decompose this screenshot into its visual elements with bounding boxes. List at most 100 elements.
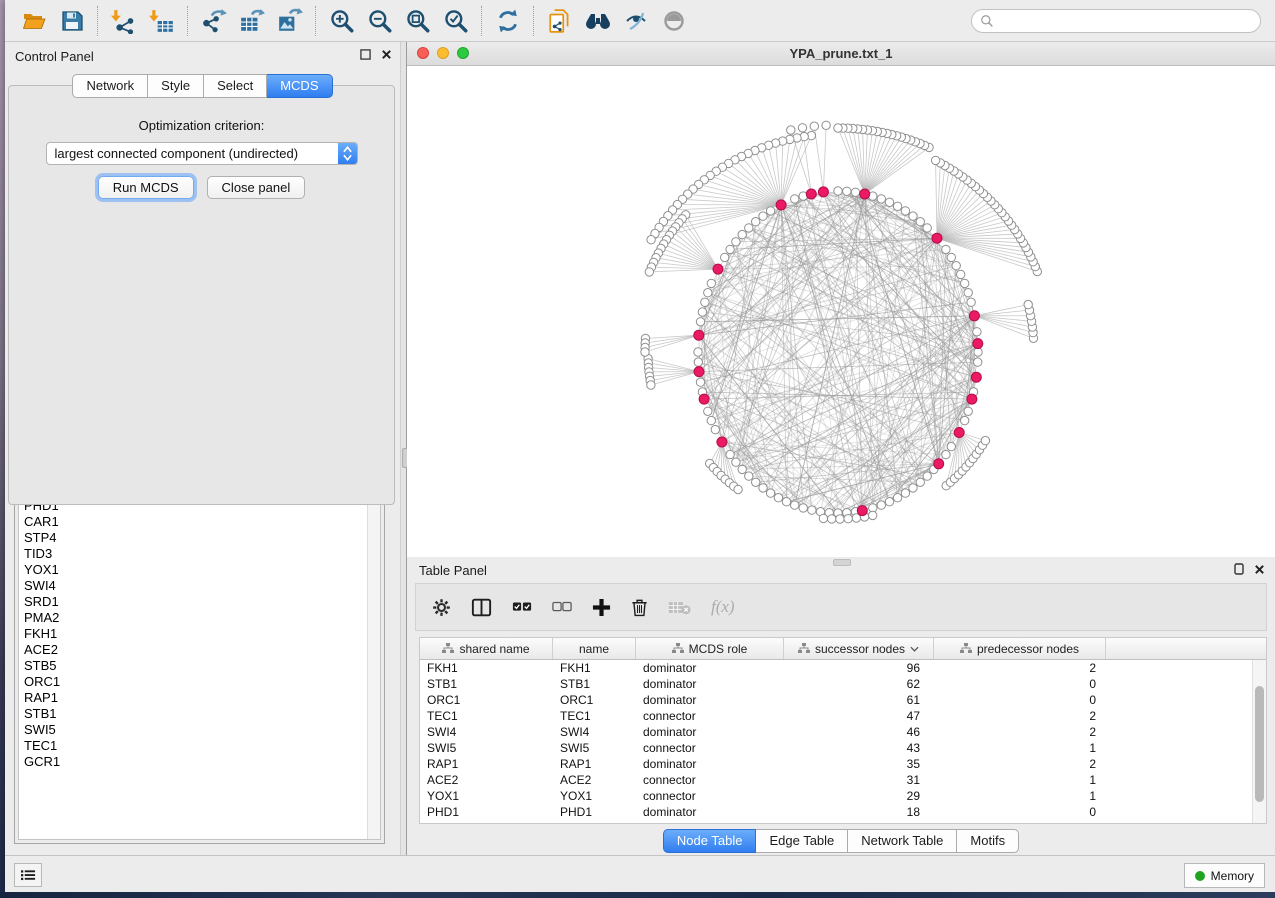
table-row[interactable]: SWI5SWI5connector431: [420, 740, 1266, 756]
graph-mcds-hub-node[interactable]: [969, 311, 979, 321]
table-row[interactable]: RAP1RAP1dominator352: [420, 756, 1266, 772]
graph-node[interactable]: [704, 289, 712, 297]
mcds-result-item[interactable]: FKH1: [19, 626, 380, 642]
graph-mcds-hub-node[interactable]: [717, 437, 727, 447]
graph-edge[interactable]: [848, 128, 865, 194]
graph-leaf-node[interactable]: [822, 121, 830, 129]
graph-node[interactable]: [893, 494, 901, 502]
graph-edge[interactable]: [649, 269, 718, 272]
tab-mcds[interactable]: MCDS: [267, 74, 332, 98]
graph-edge[interactable]: [974, 316, 1033, 339]
result-list-scrollbar[interactable]: [367, 495, 380, 839]
graph-node[interactable]: [707, 416, 715, 424]
graph-mcds-hub-node[interactable]: [694, 367, 704, 377]
graph-node[interactable]: [916, 218, 924, 226]
mcds-result-item[interactable]: STB5: [19, 658, 380, 674]
graph-leaf-node[interactable]: [647, 236, 655, 244]
graph-node[interactable]: [759, 484, 767, 492]
graph-node[interactable]: [957, 270, 965, 278]
graph-leaf-node[interactable]: [981, 436, 989, 444]
zoom-in-icon[interactable]: [323, 4, 361, 38]
graph-node[interactable]: [808, 506, 816, 514]
mcds-result-item[interactable]: SRD1: [19, 594, 380, 610]
graph-node[interactable]: [766, 489, 774, 497]
graph-node[interactable]: [961, 279, 969, 287]
optimization-criterion-select[interactable]: largest connected component (undirected): [46, 142, 358, 165]
graph-leaf-node[interactable]: [641, 348, 649, 356]
graph-node[interactable]: [893, 202, 901, 210]
graph-edge[interactable]: [936, 160, 937, 238]
graph-mcds-hub-node[interactable]: [699, 394, 709, 404]
graph-node[interactable]: [964, 407, 972, 415]
graph-edge[interactable]: [865, 135, 892, 194]
graph-node[interactable]: [942, 245, 950, 253]
delete-table-icon[interactable]: [668, 600, 691, 615]
graph-node[interactable]: [696, 378, 704, 386]
mcds-result-item[interactable]: SWI4: [19, 578, 380, 594]
mcds-result-item[interactable]: GCR1: [19, 754, 380, 770]
graph-leaf-node[interactable]: [931, 156, 939, 164]
graph-node[interactable]: [732, 458, 740, 466]
column-header-shared-name[interactable]: shared name: [420, 638, 553, 659]
table-row[interactable]: YOX1YOX1connector291: [420, 788, 1266, 804]
graph-node[interactable]: [745, 472, 753, 480]
graph-node[interactable]: [952, 262, 960, 270]
close-panel-icon[interactable]: [381, 49, 392, 60]
table-row[interactable]: FKH1FKH1dominator962: [420, 660, 1266, 676]
graph-node[interactable]: [961, 416, 969, 424]
function-builder-icon[interactable]: f(x): [711, 597, 735, 617]
tab-motifs[interactable]: Motifs: [957, 829, 1019, 853]
vertical-splitter[interactable]: [400, 42, 407, 856]
select-all-icon[interactable]: [512, 601, 532, 613]
graph-node[interactable]: [799, 504, 807, 512]
graph-edge[interactable]: [865, 140, 911, 194]
graph-node[interactable]: [752, 478, 760, 486]
table-row[interactable]: ACE2ACE2connector311: [420, 772, 1266, 788]
tab-network[interactable]: Network: [72, 74, 148, 98]
table-settings-gear-icon[interactable]: [432, 598, 451, 617]
mcds-result-item[interactable]: ORC1: [19, 674, 380, 690]
graph-edge[interactable]: [865, 136, 897, 194]
column-header-MCDS-role[interactable]: MCDS role: [636, 638, 784, 659]
graph-node[interactable]: [923, 472, 931, 480]
memory-button[interactable]: Memory: [1184, 863, 1265, 888]
table-row[interactable]: ORC1ORC1dominator610: [420, 692, 1266, 708]
graph-node[interactable]: [694, 358, 702, 366]
mcds-result-item[interactable]: TID3: [19, 546, 380, 562]
column-header-successor-nodes[interactable]: successor nodes: [784, 638, 934, 659]
graph-mcds-hub-node[interactable]: [818, 187, 828, 197]
graph-leaf-node[interactable]: [844, 515, 852, 523]
graph-node[interactable]: [909, 484, 917, 492]
table-row[interactable]: SWI4SWI4dominator462: [420, 724, 1266, 740]
search-binoculars-icon[interactable]: [579, 4, 617, 38]
column-header-predecessor-nodes[interactable]: predecessor nodes: [934, 638, 1106, 659]
horizontal-splitter-handle[interactable]: [833, 559, 851, 566]
graph-node[interactable]: [964, 289, 972, 297]
tab-edge-table[interactable]: Edge Table: [756, 829, 848, 853]
graph-node[interactable]: [974, 358, 982, 366]
graph-node[interactable]: [698, 308, 706, 316]
graph-node[interactable]: [774, 494, 782, 502]
graph-leaf-node[interactable]: [810, 122, 818, 130]
tab-network-table[interactable]: Network Table: [848, 829, 957, 853]
graph-edge[interactable]: [974, 316, 1032, 327]
graph-edge[interactable]: [650, 372, 699, 381]
table-scrollbar-thumb[interactable]: [1255, 686, 1264, 802]
export-network-icon[interactable]: [195, 4, 233, 38]
table-scrollbar[interactable]: [1252, 660, 1266, 823]
close-panel-button[interactable]: Close panel: [207, 176, 306, 199]
graph-mcds-hub-node[interactable]: [857, 506, 867, 516]
graph-edge[interactable]: [648, 363, 699, 372]
graph-node[interactable]: [732, 238, 740, 246]
graph-mcds-hub-node[interactable]: [860, 189, 870, 199]
graph-node[interactable]: [696, 318, 704, 326]
deselect-all-icon[interactable]: [552, 601, 572, 613]
table-row[interactable]: STB1STB1dominator620: [420, 676, 1266, 692]
save-session-icon[interactable]: [53, 4, 91, 38]
maximize-window-icon[interactable]: [457, 47, 469, 59]
graph-node[interactable]: [701, 298, 709, 306]
table-row[interactable]: TEC1TEC1connector472: [420, 708, 1266, 724]
export-image-icon[interactable]: [271, 4, 309, 38]
graph-node[interactable]: [738, 230, 746, 238]
float-table-panel-icon[interactable]: [1234, 563, 1244, 575]
